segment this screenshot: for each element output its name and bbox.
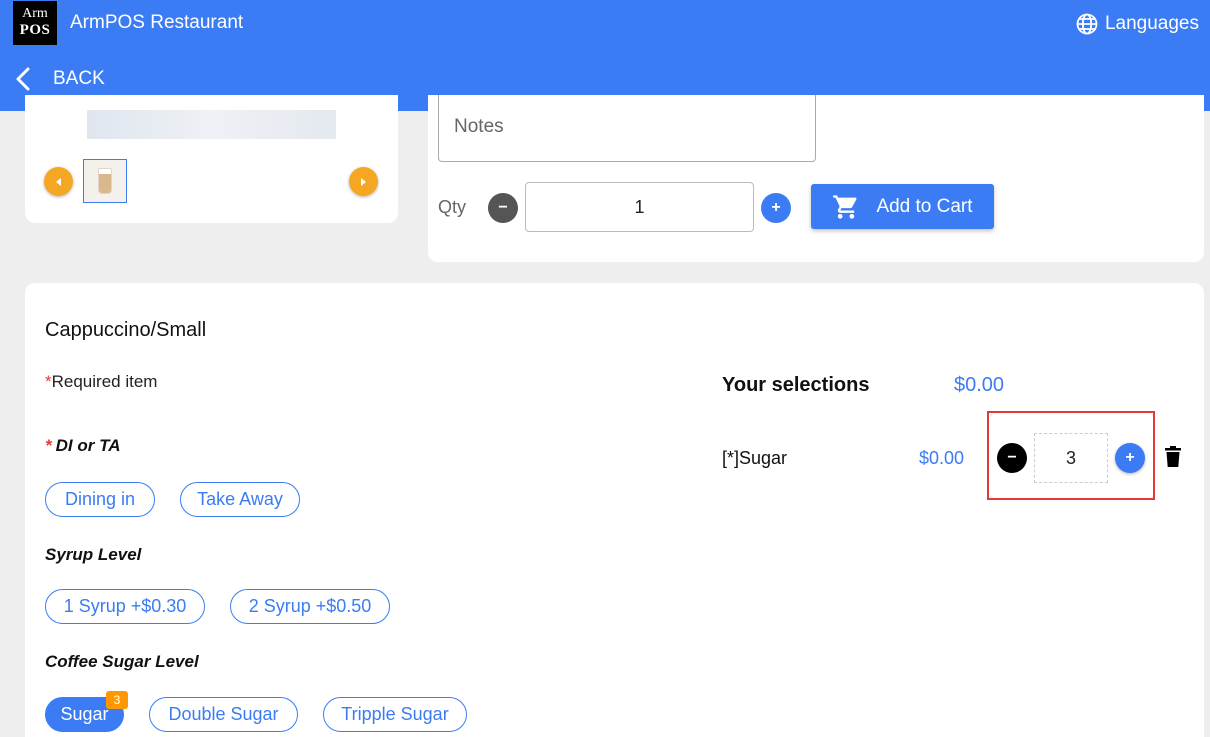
plus-icon: + — [771, 199, 781, 216]
selection-item-name: [*]Sugar — [722, 448, 788, 468]
languages-button[interactable]: Languages — [1075, 12, 1199, 36]
option-1-syrup[interactable]: 1 Syrup +$0.30 — [45, 589, 205, 624]
cup-image — [98, 168, 112, 194]
option-count-badge: 3 — [106, 691, 128, 709]
product-image — [87, 110, 336, 139]
required-note: *Required item — [45, 372, 157, 392]
back-label: BACK — [53, 68, 105, 89]
option-2-syrup[interactable]: 2 Syrup +$0.50 — [230, 589, 390, 624]
qty-label: Qty — [438, 197, 467, 217]
globe-icon — [1076, 13, 1098, 35]
group-title-di-or-ta: * DI or TA — [45, 436, 120, 456]
qty-input[interactable]: 1 — [525, 182, 754, 232]
product-image-card — [25, 95, 398, 223]
required-star: * — [45, 372, 52, 391]
next-image-button[interactable] — [349, 167, 378, 196]
option-sugar-label: Sugar — [60, 704, 109, 724]
add-to-cart-label: Add to Cart — [876, 195, 973, 217]
option-dining-in[interactable]: Dining in — [45, 482, 155, 517]
option-tripple-sugar[interactable]: Tripple Sugar — [323, 697, 467, 732]
app-title: ArmPOS Restaurant — [70, 12, 244, 33]
selections-total: $0.00 — [954, 374, 1005, 396]
chevron-left-icon — [16, 67, 30, 91]
group-title-label: DI or TA — [55, 436, 121, 455]
prev-image-button[interactable] — [44, 167, 73, 196]
minus-icon: − — [1007, 449, 1017, 466]
add-to-cart-button[interactable]: Add to Cart — [811, 184, 994, 229]
notes-field[interactable]: Notes — [438, 95, 816, 162]
cart-icon — [833, 194, 857, 219]
selection-decrease-button[interactable]: − — [997, 443, 1027, 473]
option-take-away[interactable]: Take Away — [180, 482, 300, 517]
product-title: Cappuccino/Small — [45, 319, 207, 341]
minus-icon: − — [498, 199, 508, 216]
selection-item-price: $0.00 — [919, 448, 965, 468]
option-sugar[interactable]: Sugar 3 — [45, 691, 128, 732]
trash-icon[interactable] — [1163, 445, 1183, 469]
order-card: Notes Qty − 1 + Add to Cart — [428, 95, 1204, 262]
app-logo: Arm POS — [13, 1, 57, 45]
logo-line-2: POS — [19, 22, 51, 38]
arrow-right-icon — [361, 177, 366, 186]
plus-icon: + — [1125, 449, 1135, 466]
arrow-left-icon — [56, 177, 61, 186]
group-title-coffee-sugar-level: Coffee Sugar Level — [45, 652, 199, 671]
product-thumbnail[interactable] — [83, 159, 127, 203]
product-options-card: Cappuccino/Small *Required item * DI or T… — [25, 283, 1204, 737]
qty-increase-button[interactable]: + — [761, 193, 791, 223]
languages-label: Languages — [1104, 13, 1199, 34]
selections-title: Your selections — [722, 374, 870, 396]
selection-increase-button[interactable]: + — [1115, 443, 1145, 473]
group-required-star: * — [45, 436, 52, 455]
qty-decrease-button[interactable]: − — [488, 193, 518, 223]
selection-qty-input[interactable]: 3 — [1034, 433, 1108, 483]
logo-line-1: Arm — [22, 6, 48, 21]
back-button[interactable]: BACK — [13, 66, 105, 92]
notes-placeholder: Notes — [454, 116, 504, 137]
group-title-syrup-level: Syrup Level — [45, 545, 142, 564]
option-double-sugar[interactable]: Double Sugar — [149, 697, 298, 732]
required-label: Required item — [51, 372, 158, 391]
